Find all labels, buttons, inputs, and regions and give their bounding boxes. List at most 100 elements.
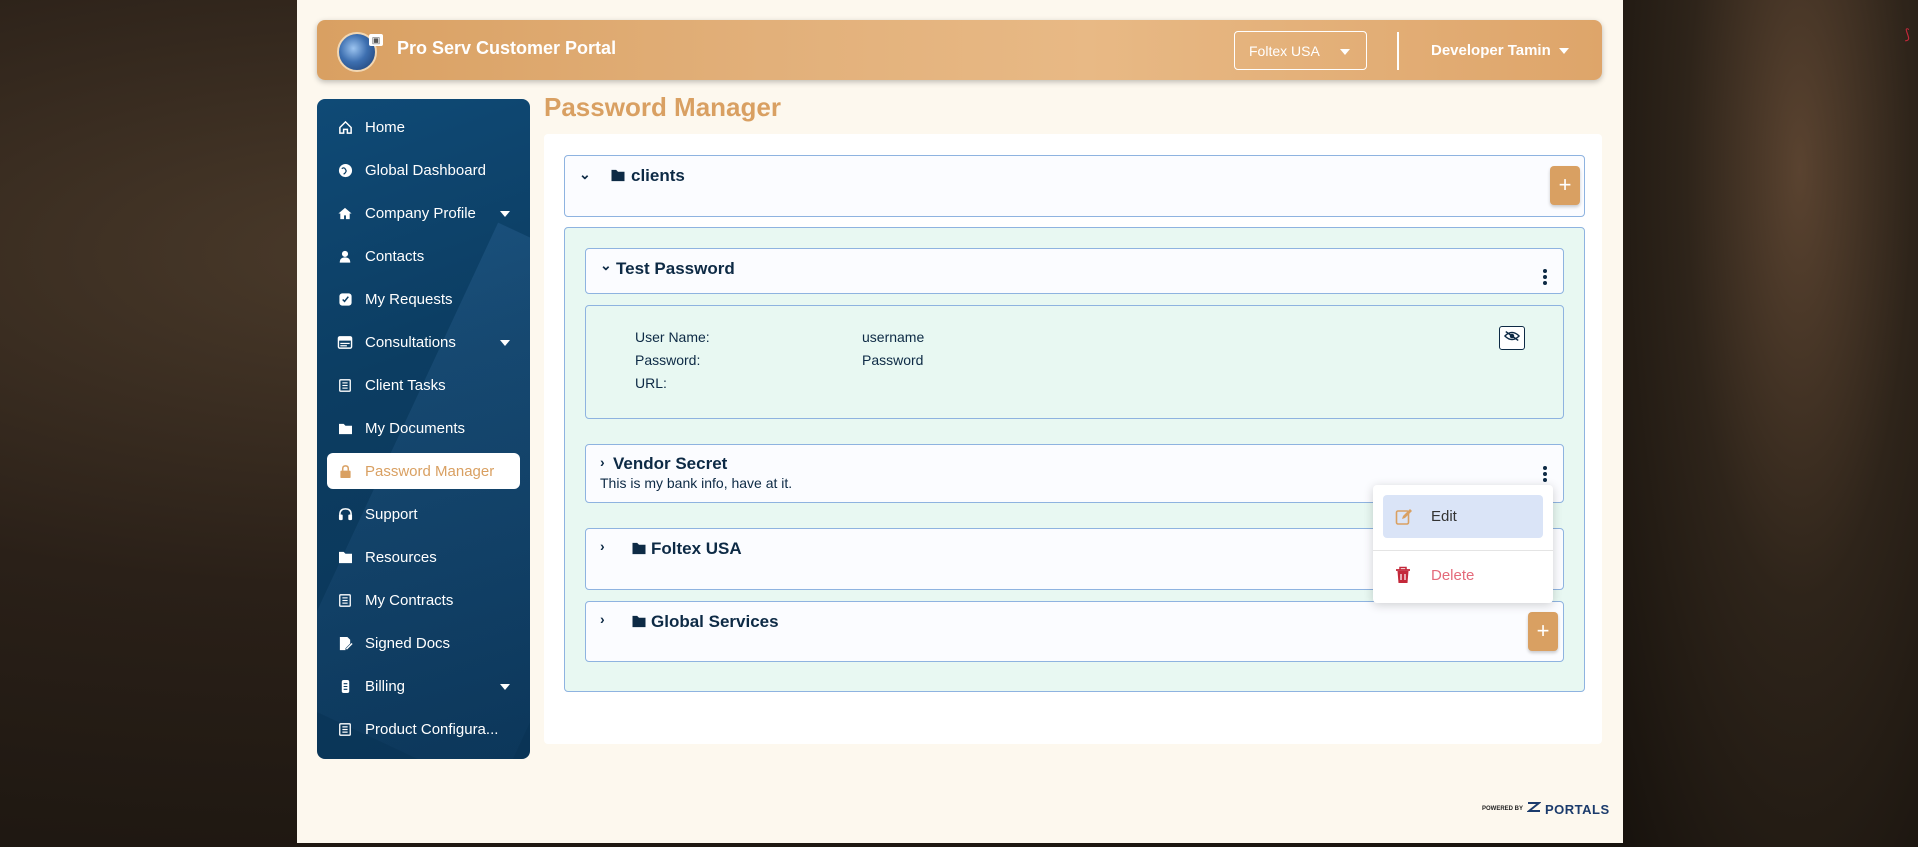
chevron-down-icon <box>500 684 510 690</box>
sidebar-item-password-manager[interactable]: Password Manager <box>327 453 520 489</box>
sidebar-item-my-documents[interactable]: My Documents <box>327 410 520 446</box>
chevron-down-icon[interactable]: ⌄ <box>600 257 612 274</box>
folder-label: Global Services <box>651 612 779 631</box>
list-icon <box>337 592 353 608</box>
sidebar: Home Global Dashboard Company Profile Co… <box>317 99 530 759</box>
eye-slash-icon <box>1503 329 1521 347</box>
sidebar-item-client-tasks[interactable]: Client Tasks <box>327 367 520 403</box>
more-options-icon[interactable] <box>1540 267 1550 287</box>
add-button[interactable]: + <box>1528 612 1558 651</box>
person-icon <box>337 248 353 264</box>
chevron-right-icon[interactable]: › <box>600 454 605 470</box>
user-menu[interactable]: Developer Tamin <box>1431 42 1569 59</box>
house-icon <box>337 205 353 221</box>
folder-icon <box>337 549 353 565</box>
sidebar-item-resources[interactable]: Resources <box>327 539 520 575</box>
password-value: Password <box>862 352 924 368</box>
home-icon <box>337 119 353 135</box>
folder-icon <box>610 169 626 187</box>
globe-icon <box>337 162 353 178</box>
sidebar-item-contacts[interactable]: Contacts <box>327 238 520 274</box>
sidebar-item-label: Billing <box>365 677 406 695</box>
sidebar-item-consultations[interactable]: Consultations <box>327 324 520 360</box>
folder-icon <box>337 420 353 436</box>
sidebar-item-label: My Documents <box>365 419 466 437</box>
camera-icon: ▣ <box>369 34 383 46</box>
powered-by-label: POWERED BY <box>1482 806 1524 812</box>
chevron-down-icon[interactable]: ⌄ <box>579 166 591 183</box>
sidebar-item-my-requests[interactable]: My Requests <box>327 281 520 317</box>
company-select[interactable]: Foltex USA <box>1234 31 1367 70</box>
add-button[interactable]: + <box>1550 166 1580 205</box>
chevron-right-icon[interactable]: › <box>600 538 605 554</box>
sidebar-item-label: Company Profile <box>365 204 476 222</box>
chevron-down-icon <box>1558 48 1569 55</box>
sidebar-item-global-dashboard[interactable]: Global Dashboard <box>327 152 520 188</box>
page-title: Password Manager <box>544 92 781 122</box>
toggle-visibility-button[interactable] <box>1499 326 1525 350</box>
app-title: Pro Serv Customer Portal <box>397 38 617 58</box>
sidebar-item-label: Client Tasks <box>365 376 446 394</box>
sidebar-item-label: Global Dashboard <box>365 161 486 179</box>
entry-details: User Name: username Password: Password U… <box>585 305 1564 419</box>
sidebar-item-label: Support <box>365 505 418 523</box>
sidebar-item-label: Product Configura... <box>365 720 499 738</box>
top-bar: ▣ Pro Serv Customer Portal Foltex USA De… <box>317 20 1602 80</box>
sidebar-item-signed-docs[interactable]: Signed Docs <box>327 625 520 661</box>
username-label: User Name: <box>635 329 710 345</box>
list-icon <box>337 377 353 393</box>
sidebar-item-support[interactable]: Support <box>327 496 520 532</box>
corner-icon: ⟆ <box>1904 26 1910 42</box>
divider <box>1397 32 1399 70</box>
entry-title: Vendor Secret <box>613 454 728 473</box>
delete-menu-item[interactable]: Delete <box>1383 555 1543 595</box>
password-entry-test-password[interactable]: ⌄ Test Password <box>585 248 1564 294</box>
sidebar-item-my-contracts[interactable]: My Contracts <box>327 582 520 618</box>
edit-icon <box>1395 508 1415 526</box>
headset-icon <box>337 506 353 522</box>
request-icon <box>337 291 353 307</box>
subfolder-global-services[interactable]: › Global Services + <box>585 601 1564 662</box>
folder-clients[interactable]: ⌄ clients + <box>564 155 1585 217</box>
sidebar-item-label: Consultations <box>365 333 456 351</box>
signature-icon <box>337 635 353 651</box>
divider <box>1373 550 1553 551</box>
page: ▣ Pro Serv Customer Portal Foltex USA De… <box>297 0 1623 843</box>
entry-context-menu: Edit Delete <box>1373 485 1553 603</box>
consultation-icon <box>337 334 353 350</box>
folder-icon <box>631 542 647 560</box>
more-options-icon[interactable] <box>1540 464 1550 484</box>
list-icon <box>337 721 353 737</box>
sidebar-item-label: My Contracts <box>365 591 454 609</box>
sidebar-item-company-profile[interactable]: Company Profile <box>327 195 520 231</box>
entry-description: This is my bank info, have at it. <box>600 475 793 491</box>
chevron-down-icon <box>500 211 510 217</box>
folder-icon <box>631 615 647 633</box>
chevron-right-icon[interactable]: › <box>600 611 605 627</box>
sidebar-item-label: Contacts <box>365 247 425 265</box>
portals-logo-icon <box>1526 800 1542 818</box>
background-right <box>1622 0 1918 847</box>
edit-label: Edit <box>1431 508 1457 525</box>
sidebar-item-label: Signed Docs <box>365 634 451 652</box>
company-select-label: Foltex USA <box>1249 43 1320 59</box>
url-label: URL: <box>635 375 667 391</box>
entry-title: Test Password <box>616 259 735 278</box>
chevron-down-icon <box>500 340 510 346</box>
sidebar-item-billing[interactable]: Billing <box>327 668 520 704</box>
sidebar-item-product-configuration[interactable]: Product Configura... <box>327 711 520 747</box>
user-name: Developer Tamin <box>1431 42 1551 59</box>
sidebar-item-label: My Requests <box>365 290 453 308</box>
trash-icon <box>1395 566 1415 584</box>
edit-menu-item[interactable]: Edit <box>1383 495 1543 538</box>
password-label: Password: <box>635 352 701 368</box>
username-value: username <box>862 329 925 345</box>
sidebar-item-label: Home <box>365 118 406 136</box>
sidebar-item-label: Password Manager <box>365 462 495 480</box>
sidebar-item-home[interactable]: Home <box>327 109 520 145</box>
powered-by-portals: POWERED BY PORTALS <box>1482 800 1610 818</box>
folder-label: Foltex USA <box>651 539 742 558</box>
chevron-down-icon <box>1340 49 1350 55</box>
portals-brand: PORTALS <box>1545 801 1610 817</box>
money-icon <box>337 678 353 694</box>
